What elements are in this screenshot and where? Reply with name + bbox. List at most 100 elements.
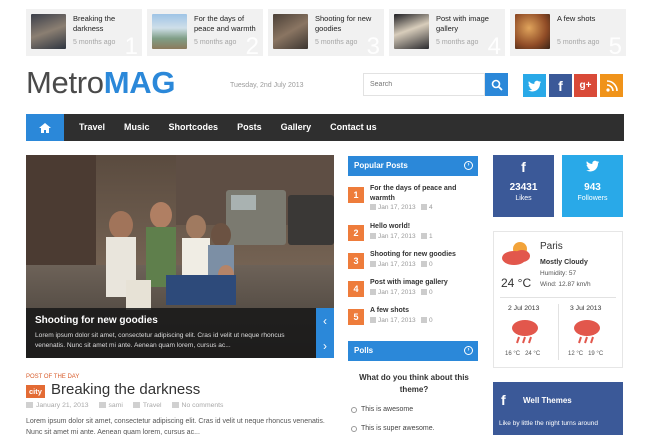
popular-item[interactable]: 4 Post with image gallery Jan 17, 2013 0: [348, 278, 478, 304]
calendar-icon: [370, 204, 376, 210]
featured-slider[interactable]: Shooting for new goodies Lorem ipsum dol…: [26, 155, 334, 358]
recent-post-5[interactable]: A few shots 5 months ago 5: [510, 9, 626, 56]
arrow-right-icon[interactable]: ›: [464, 161, 473, 170]
popular-posts-title: Popular Posts: [354, 161, 408, 170]
twitter-count: 943: [584, 182, 601, 193]
weather-condition: Mostly Cloudy: [540, 259, 588, 266]
post-category[interactable]: Travel: [132, 402, 162, 409]
slider-caption: Shooting for new goodies Lorem ipsum dol…: [26, 308, 316, 358]
recent-post-title[interactable]: Shooting for new goodies: [315, 14, 381, 34]
thumbnail-image[interactable]: [394, 14, 429, 49]
popular-item[interactable]: 2 Hello world! Jan 17, 2013 1: [348, 222, 478, 248]
post-title[interactable]: Breaking the darkness: [51, 381, 200, 398]
radio-button[interactable]: [351, 425, 357, 432]
recent-posts-strip: Breaking the darkness 5 months ago 1 For…: [26, 9, 626, 56]
popular-item-meta: Jan 17, 2013 1: [370, 233, 433, 240]
calendar-icon: [370, 261, 376, 267]
nav-item-travel[interactable]: Travel: [64, 114, 105, 141]
recent-post-time: 5 months ago: [315, 39, 358, 46]
recent-post-title[interactable]: For the days of peace and warmth: [194, 14, 260, 34]
thumbnail-image[interactable]: [31, 14, 66, 49]
radio-button[interactable]: [351, 406, 357, 413]
popular-item-title[interactable]: A few shots: [370, 306, 476, 316]
chevron-right-icon[interactable]: ›: [323, 339, 327, 353]
popular-item[interactable]: 5 A few shots Jan 17, 2013 0: [348, 306, 478, 332]
popular-item-title[interactable]: Hello world!: [370, 222, 476, 232]
popular-item-title[interactable]: Shooting for new goodies: [370, 250, 476, 260]
thumbnail-image[interactable]: [152, 14, 187, 49]
post-of-the-day-label: POST OF THE DAY: [26, 374, 80, 380]
thumbnail-image[interactable]: [273, 14, 308, 49]
well-themes-box[interactable]: f Well Themes Like by little the night t…: [493, 382, 623, 435]
rss-icon: [605, 79, 618, 92]
user-icon: [98, 402, 106, 408]
nav-item-gallery[interactable]: Gallery: [266, 114, 312, 141]
recent-post-time: 5 months ago: [436, 39, 479, 46]
post-date: January 21, 2013: [26, 402, 89, 409]
popular-item[interactable]: 3 Shooting for new goodies Jan 17, 2013 …: [348, 250, 478, 276]
recent-post-time: 5 months ago: [194, 39, 237, 46]
poll-option[interactable]: This is awesome: [351, 406, 413, 413]
facebook-button[interactable]: f: [549, 74, 572, 97]
recent-post-4[interactable]: Post with image gallery 5 months ago 4: [389, 9, 505, 56]
google-plus-button[interactable]: g+: [574, 74, 597, 97]
recent-post-1[interactable]: Breaking the darkness 5 months ago 1: [26, 9, 142, 56]
forecast-date: 3 Jul 2013: [570, 305, 602, 312]
comment-icon: [421, 317, 428, 323]
forecast-temps: 12 °C 19 °C: [568, 351, 604, 357]
weather-wind: Wind: 12.87 km/h: [540, 281, 591, 288]
slider-title[interactable]: Shooting for new goodies: [35, 315, 307, 326]
post-author[interactable]: sami: [98, 402, 123, 409]
search-input[interactable]: [363, 73, 485, 96]
post-excerpt: Lorem ipsum dolor sit amet, consectetur …: [26, 418, 325, 435]
calendar-icon: [370, 317, 376, 323]
nav-item-posts[interactable]: Posts: [222, 114, 262, 141]
post-comments[interactable]: No comments: [171, 402, 223, 409]
popular-item-title[interactable]: Post with image gallery: [370, 278, 476, 288]
forecast-temps: 16 °C 24 °C: [505, 351, 541, 357]
forecast-date: 2 Jul 2013: [508, 305, 540, 312]
chevron-left-icon[interactable]: ‹: [323, 314, 327, 328]
nav-item-music[interactable]: Music: [109, 114, 150, 141]
popular-item[interactable]: 1 For the days of peace and warmth Jan 1…: [348, 184, 478, 211]
category-badge[interactable]: city: [26, 385, 45, 398]
weather-city: Paris: [540, 241, 563, 252]
calendar-icon: [26, 402, 33, 408]
recent-post-number: 5: [608, 33, 622, 56]
thumbnail-image[interactable]: [515, 14, 550, 49]
popular-item-number: 3: [348, 253, 364, 269]
popular-item-number: 2: [348, 225, 364, 241]
recent-post-title[interactable]: A few shots: [557, 14, 623, 24]
google-plus-icon: g+: [579, 80, 592, 91]
arrow-right-icon[interactable]: ›: [464, 346, 473, 355]
nav-home-button[interactable]: [26, 114, 64, 141]
nav-item-contact[interactable]: Contact us: [315, 114, 377, 141]
search-button[interactable]: [485, 73, 508, 96]
recent-post-title[interactable]: Post with image gallery: [436, 14, 502, 34]
rss-button[interactable]: [600, 74, 623, 97]
recent-post-2[interactable]: For the days of peace and warmth 5 month…: [147, 9, 263, 56]
facebook-icon: f: [558, 77, 563, 94]
recent-post-number: 2: [245, 33, 259, 56]
well-themes-title[interactable]: Well Themes: [523, 396, 572, 405]
twitter-followers-box[interactable]: 943 Followers: [562, 155, 623, 217]
comment-icon: [421, 261, 428, 267]
logo-text-part1: Metro: [26, 65, 104, 100]
recent-post-3[interactable]: Shooting for new goodies 5 months ago 3: [268, 9, 384, 56]
current-date: Tuesday, 2nd July 2013: [230, 82, 304, 89]
nav-item-shortcodes[interactable]: Shortcodes: [154, 114, 219, 141]
twitter-button[interactable]: [523, 74, 546, 97]
poll-option[interactable]: This is super awesome.: [351, 425, 435, 432]
poll-question: What do you think about this theme?: [359, 373, 469, 394]
recent-post-number: 1: [124, 33, 138, 56]
popular-item-number: 4: [348, 281, 364, 297]
facebook-icon: f: [521, 159, 526, 175]
recent-post-title[interactable]: Breaking the darkness: [73, 14, 139, 34]
facebook-likes-box[interactable]: f 23431 Likes: [493, 155, 554, 217]
facebook-label: Likes: [515, 195, 532, 202]
popular-posts-header: Popular Posts ›: [348, 156, 478, 176]
site-logo[interactable]: MetroMAG: [26, 66, 175, 100]
recent-post-time: 5 months ago: [73, 39, 116, 46]
popular-item-title[interactable]: For the days of peace and warmth: [370, 184, 476, 204]
well-themes-text: Like by little the night turns around: [499, 420, 599, 427]
